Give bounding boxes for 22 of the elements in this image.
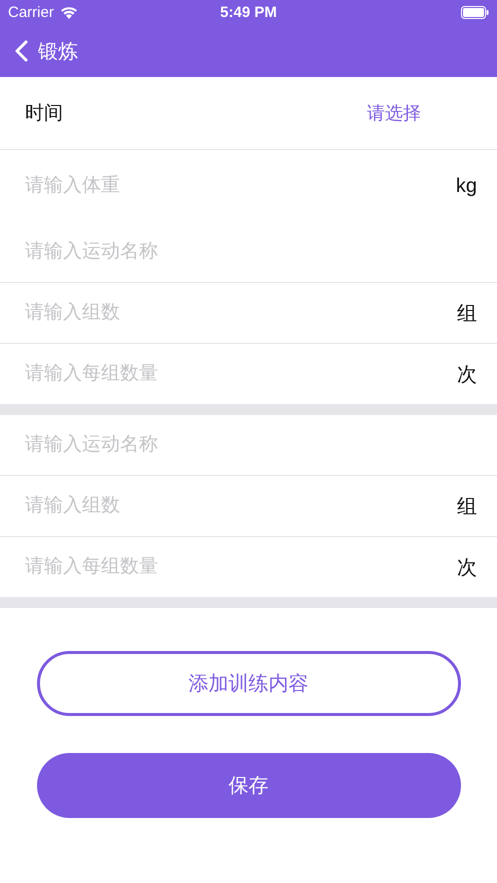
time-label: 时间 xyxy=(25,102,63,126)
unit-label: 组 xyxy=(457,494,477,520)
back-icon[interactable] xyxy=(14,40,28,62)
input-field[interactable]: 请输入组数 xyxy=(25,298,457,328)
time-picker[interactable]: 请选择 xyxy=(367,101,421,125)
add-button[interactable]: 添加训练内容 xyxy=(36,651,460,716)
clock-time: 5:49 PM xyxy=(220,4,277,21)
unit-label: kg xyxy=(456,174,477,198)
input-field[interactable]: 请输入运动名称 xyxy=(25,430,477,460)
carrier-label: Carrier xyxy=(8,4,54,21)
battery-icon xyxy=(461,6,490,19)
unit-label: 次 xyxy=(457,556,477,580)
wifi-icon xyxy=(60,6,78,19)
save-button[interactable]: 保存 xyxy=(36,753,460,818)
input-field[interactable]: 请输入运动名称 xyxy=(25,237,477,267)
page-title: 锻炼 xyxy=(38,40,78,64)
input-field[interactable]: 请输入组数 xyxy=(25,491,457,521)
input-field[interactable]: 请输入每组数量 xyxy=(25,552,457,582)
unit-label: 次 xyxy=(457,362,477,388)
input-field[interactable]: 请输入体重 xyxy=(25,171,456,201)
input-field[interactable]: 请输入每组数量 xyxy=(25,359,457,389)
unit-label: 组 xyxy=(457,302,477,326)
